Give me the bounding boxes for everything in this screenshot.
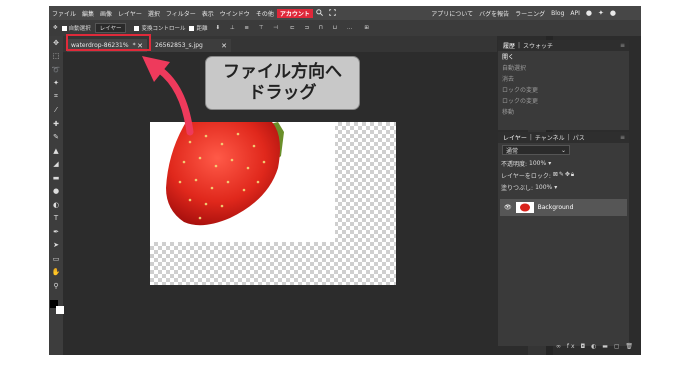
stamp-tool-icon[interactable]: ▲ [49, 144, 63, 158]
layer-thumbnail [515, 202, 534, 213]
menu-more[interactable]: その他 [253, 9, 277, 18]
menu-view[interactable]: 表示 [199, 9, 217, 18]
healing-tool-icon[interactable]: ✚ [49, 117, 63, 131]
shape-tool-icon[interactable]: ▭ [49, 252, 63, 266]
tab-layers[interactable]: レイヤー [503, 133, 527, 142]
move-tool-icon: ✥ [53, 25, 58, 31]
menu-account[interactable]: アカウント [276, 8, 313, 18]
menu-edit[interactable]: 編集 [79, 9, 97, 18]
layer-action-icons[interactable]: ∞ fx ◘ ◐ ▬ ▢ 🗑︎ [556, 343, 635, 350]
history-panel-header: 履歴 | スウォッチ ≡ [498, 40, 629, 51]
gradient-tool-icon[interactable]: ▬ [49, 171, 63, 185]
distribute-icons[interactable]: ⊏ ⊐ ⊓ ⊔ … [290, 25, 356, 31]
lasso-tool-icon[interactable]: ➰ [49, 63, 63, 77]
history-item[interactable]: ロックの変更 [498, 84, 629, 95]
hand-tool-icon[interactable]: ✋ [49, 266, 63, 280]
distance-label: 距離 [196, 26, 208, 32]
tab-separator: | [567, 134, 570, 141]
instruction-callout: ファイル方向へ ドラッグ [205, 56, 360, 110]
lock-label: レイヤーをロック: [501, 172, 551, 180]
auto-select-label: 自動選択 [68, 26, 91, 32]
blur-tool-icon[interactable]: ● [49, 185, 63, 199]
crop-tool-icon[interactable]: ⌗ [49, 90, 63, 104]
brush-tool-icon[interactable]: ✎ [49, 131, 63, 145]
history-item[interactable]: 消去 [498, 73, 629, 84]
magic-wand-tool-icon[interactable]: ✦ [49, 77, 63, 91]
tab-swatches[interactable]: スウォッチ [523, 41, 553, 50]
layer-row-background[interactable]: 👁︎ Background [500, 199, 627, 216]
grid-icon[interactable]: ⊞ [364, 25, 369, 31]
menu-right-group: アプリについて バグを報告 ラーニング Blog API ● ✦ ● [428, 6, 619, 20]
auto-select-checkbox[interactable] [61, 25, 67, 31]
dodge-tool-icon[interactable]: ◐ [49, 198, 63, 212]
fill-label: 塗りつぶし: [501, 184, 534, 192]
menu-layer[interactable]: レイヤー [115, 9, 145, 18]
align-icons[interactable]: ⬇ ⊥ ≡ ⊤ ⊣ [216, 25, 283, 31]
eye-icon[interactable]: 👁︎ [504, 204, 512, 211]
panel-menu-icon[interactable]: ≡ [620, 42, 625, 49]
caret-down-icon[interactable]: ▾ [548, 160, 551, 167]
layer-select-dropdown[interactable]: レイヤー [94, 23, 127, 33]
layer-name[interactable]: Background [538, 204, 574, 211]
menu-blog[interactable]: Blog [548, 10, 567, 17]
transform-checkbox[interactable] [134, 25, 140, 31]
eraser-tool-icon[interactable]: ◢ [49, 158, 63, 172]
tab-separator: | [529, 134, 532, 141]
eyedropper-tool-icon[interactable]: ⁄ [49, 104, 63, 118]
layers-panel: レイヤー | チャンネル | パス ≡ 通常 ⌄ 不透明度: 100% ▾ レイ… [498, 132, 629, 346]
menu-learning[interactable]: ラーニング [512, 9, 548, 18]
transform-label: 変換コントロール [141, 26, 186, 32]
menu-window[interactable]: ウインドウ [217, 9, 253, 18]
tab-history[interactable]: 履歴 [503, 41, 515, 50]
tab-separator: | [518, 42, 521, 49]
history-panel: 履歴 | スウォッチ ≡ 開く 自動選択 消去 ロックの変更 ロックの変更 移動 [498, 40, 629, 130]
facebook-icon[interactable]: ● [607, 9, 619, 17]
callout-line2: ドラッグ [248, 83, 317, 103]
callout-line1: ファイル方向へ [223, 62, 342, 82]
search-icon[interactable] [313, 8, 326, 18]
chevron-down-icon: ⌄ [560, 146, 566, 154]
menu-select[interactable]: 選択 [145, 9, 163, 18]
image-canvas[interactable] [150, 122, 396, 285]
history-item[interactable]: ロックの変更 [498, 95, 629, 106]
tab-paths[interactable]: パス [573, 133, 585, 142]
close-icon[interactable]: ✕ [221, 42, 227, 50]
panel-menu-icon[interactable]: ≡ [620, 134, 625, 141]
tab-channels[interactable]: チャンネル [535, 133, 565, 142]
menu-image[interactable]: 画像 [97, 9, 115, 18]
twitter-icon[interactable]: ✦ [595, 9, 607, 17]
fill-value[interactable]: 100% [535, 184, 552, 191]
menu-bar: ファイル 編集 画像 レイヤー 選択 フィルター 表示 ウインドウ その他 アカ… [49, 6, 641, 20]
move-tool-icon[interactable]: ✥ [49, 36, 63, 50]
distance-checkbox[interactable] [189, 25, 195, 31]
menu-report-bug[interactable]: バグを報告 [476, 9, 512, 18]
caret-down-icon[interactable]: ▾ [554, 184, 557, 191]
reddit-icon[interactable]: ● [583, 9, 595, 17]
history-item[interactable]: 自動選択 [498, 62, 629, 73]
text-tool-icon[interactable]: T [49, 212, 63, 226]
opacity-control[interactable]: 不透明度: 100% ▾ [498, 157, 629, 169]
fullscreen-icon[interactable] [326, 8, 339, 18]
blend-mode-select[interactable]: 通常 ⌄ [502, 145, 570, 155]
drag-arrow-icon [142, 56, 194, 136]
fill-control[interactable]: 塗りつぶし: 100% ▾ [498, 181, 629, 193]
background-color-swatch[interactable] [56, 306, 64, 314]
marquee-tool-icon[interactable]: ⬚ [49, 50, 63, 64]
history-item[interactable]: 開く [498, 51, 629, 62]
lock-icons[interactable]: ⊠✎✥🔒︎ [553, 171, 575, 179]
blend-mode-value: 通常 [506, 147, 519, 155]
zoom-tool-icon[interactable]: ⚲ [49, 279, 63, 293]
lock-control: レイヤーをロック: ⊠✎✥🔒︎ [498, 169, 629, 181]
strawberry-photo [150, 122, 335, 242]
menu-about[interactable]: アプリについて [428, 9, 476, 18]
path-select-tool-icon[interactable]: ➤ [49, 239, 63, 253]
opacity-label: 不透明度: [501, 160, 528, 168]
menu-file[interactable]: ファイル [49, 9, 79, 18]
menu-api[interactable]: API [567, 10, 583, 17]
menu-filter[interactable]: フィルター [163, 9, 199, 18]
pen-tool-icon[interactable]: ✒ [49, 225, 63, 239]
layers-panel-header: レイヤー | チャンネル | パス ≡ [498, 132, 629, 143]
opacity-value[interactable]: 100% [529, 160, 546, 167]
history-item[interactable]: 移動 [498, 106, 629, 117]
